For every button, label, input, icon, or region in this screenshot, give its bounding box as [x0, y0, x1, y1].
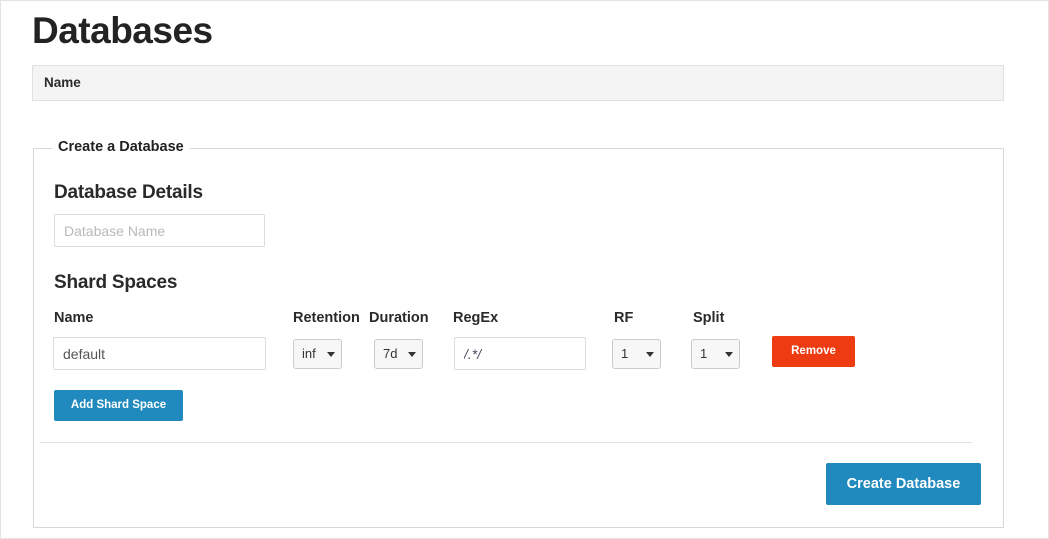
column-label-rf: RF: [614, 310, 634, 326]
shard-space-regex-input[interactable]: [454, 337, 586, 370]
shard-spaces-heading: Shard Spaces: [54, 272, 178, 293]
rf-select[interactable]: 1: [612, 339, 661, 369]
split-select[interactable]: 1: [691, 339, 740, 369]
create-database-button[interactable]: Create Database: [826, 463, 981, 505]
form-divider: [40, 442, 972, 443]
page-container: Databases Name Create a Database Databas…: [0, 0, 1049, 539]
create-database-fieldset: Create a Database Database Details Shard…: [33, 139, 1004, 528]
retention-select[interactable]: inf: [293, 339, 342, 369]
split-select-wrapper[interactable]: 1: [691, 339, 740, 369]
database-details-heading: Database Details: [54, 182, 203, 203]
column-label-retention: Retention: [293, 310, 360, 326]
column-label-regex: RegEx: [453, 310, 499, 326]
remove-shard-space-button[interactable]: Remove: [772, 336, 855, 367]
shard-space-name-input[interactable]: [53, 337, 266, 370]
retention-select-wrapper[interactable]: inf: [293, 339, 342, 369]
rf-select-wrapper[interactable]: 1: [612, 339, 661, 369]
page-title: Databases: [32, 10, 213, 51]
column-label-split: Split: [693, 310, 725, 326]
database-list-column-name: Name: [44, 75, 81, 90]
column-label-name: Name: [54, 310, 94, 326]
add-shard-space-button[interactable]: Add Shard Space: [54, 390, 183, 421]
database-name-input[interactable]: [54, 214, 265, 247]
duration-select-wrapper[interactable]: 7d: [374, 339, 423, 369]
database-list-header: Name: [32, 65, 1004, 101]
duration-select[interactable]: 7d: [374, 339, 423, 369]
column-label-duration: Duration: [369, 310, 429, 326]
create-database-legend: Create a Database: [52, 139, 190, 155]
